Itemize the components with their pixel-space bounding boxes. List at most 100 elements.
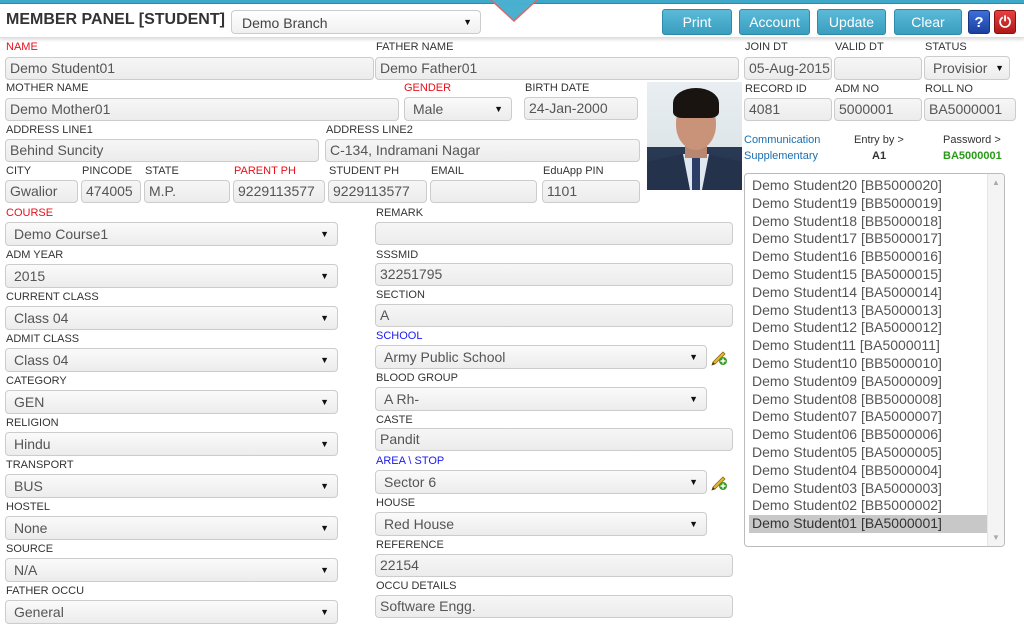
student-list-item[interactable]: Demo Student04 [BB5000004] (749, 462, 987, 480)
student-list-item[interactable]: Demo Student10 [BB5000010] (749, 355, 987, 373)
blood-group-select-value: A Rh- (384, 391, 420, 407)
parent-ph-field[interactable]: 9229113577 (233, 180, 325, 203)
area-stop-select[interactable]: Sector 6 ▼ (375, 470, 707, 494)
join-dt-field[interactable]: 05-Aug-2015 (744, 57, 832, 80)
name-field[interactable]: Demo Student01 (5, 57, 374, 80)
adm-no-field[interactable]: 5000001 (834, 98, 922, 121)
adm-year-label: ADM YEAR (6, 249, 64, 261)
student-list-item[interactable]: Demo Student18 [BB5000018] (749, 213, 987, 231)
chevron-down-icon: ▼ (463, 17, 472, 27)
email-field[interactable] (430, 180, 537, 203)
scroll-up-icon[interactable]: ▲ (992, 178, 1000, 187)
student-photo[interactable] (647, 82, 742, 190)
power-icon[interactable]: ⏻ (994, 10, 1016, 34)
clear-button[interactable]: Clear (894, 9, 962, 35)
remark-label: REMARK (376, 207, 424, 219)
hostel-select[interactable]: None ▼ (5, 516, 338, 540)
account-button[interactable]: Account (739, 9, 810, 35)
address1-label: ADDRESS LINE1 (6, 124, 93, 136)
father-name-label: FATHER NAME (376, 41, 454, 53)
student-list-item[interactable]: Demo Student08 [BB5000008] (749, 391, 987, 409)
student-list-item[interactable]: Demo Student14 [BA5000014] (749, 284, 987, 302)
student-list-item[interactable]: Demo Student01 [BA5000001] (749, 515, 987, 533)
student-list-item[interactable]: Demo Student13 [BA5000013] (749, 302, 987, 320)
chevron-down-icon: ▼ (320, 607, 329, 617)
student-list-item[interactable]: Demo Student11 [BA5000011] (749, 337, 987, 355)
student-list-item[interactable]: Demo Student12 [BA5000012] (749, 319, 987, 337)
student-list-item[interactable]: Demo Student15 [BA5000015] (749, 266, 987, 284)
house-select-value: Red House (384, 516, 455, 532)
city-label: CITY (6, 165, 32, 177)
address2-field[interactable]: C-134, Indramani Nagar (325, 139, 640, 162)
communication-link[interactable]: Communication (744, 134, 820, 146)
student-list-item[interactable]: Demo Student09 [BA5000009] (749, 373, 987, 391)
roll-no-label: ROLL NO (925, 83, 973, 95)
entry-by-value: A1 (872, 150, 887, 162)
sssmid-field[interactable]: 32251795 (375, 263, 733, 286)
reference-field[interactable]: 22154 (375, 554, 733, 577)
student-list-item[interactable]: Demo Student16 [BB5000016] (749, 248, 987, 266)
occu-details-field[interactable]: Software Engg. (375, 595, 733, 618)
password-value: BA5000001 (943, 150, 1002, 162)
eduapp-pin-field[interactable]: 1101 (542, 180, 640, 203)
pincode-field[interactable]: 474005 (81, 180, 141, 203)
state-field[interactable]: M.P. (144, 180, 230, 203)
address1-field[interactable]: Behind Suncity (5, 139, 319, 162)
student-list-item[interactable]: Demo Student07 [BA5000007] (749, 408, 987, 426)
house-select[interactable]: Red House ▼ (375, 512, 707, 536)
section-field[interactable]: A (375, 304, 733, 327)
branch-select[interactable]: Demo Branch ▼ (231, 10, 481, 34)
birth-date-field[interactable]: 24-Jan-2000 (524, 97, 638, 120)
chevron-down-icon: ▼ (689, 477, 698, 487)
transport-select-value: BUS (14, 478, 43, 494)
father-name-field[interactable]: Demo Father01 (375, 57, 739, 80)
area-stop-label: AREA \ STOP (376, 455, 445, 467)
current-class-select[interactable]: Class 04 ▼ (5, 306, 338, 330)
mother-name-field[interactable]: Demo Mother01 (5, 98, 399, 121)
transport-select[interactable]: BUS ▼ (5, 474, 338, 498)
caste-field[interactable]: Pandit (375, 428, 733, 451)
blood-group-select[interactable]: A Rh- ▼ (375, 387, 707, 411)
print-button[interactable]: Print (662, 9, 732, 35)
student-list-item[interactable]: Demo Student17 [BB5000017] (749, 230, 987, 248)
religion-select-value: Hindu (14, 436, 51, 452)
header-bar: MEMBER PANEL [STUDENT] Demo Branch ▼ Pri… (0, 5, 1024, 38)
chevron-down-icon: ▼ (320, 481, 329, 491)
blood-group-label: BLOOD GROUP (376, 372, 458, 384)
listbox-scrollbar[interactable]: ▲ ▼ (987, 174, 1004, 546)
parent-ph-label: PARENT PH (234, 165, 296, 177)
source-select[interactable]: N/A ▼ (5, 558, 338, 582)
password-label: Password > (943, 134, 1001, 146)
category-select[interactable]: GEN ▼ (5, 390, 338, 414)
father-occu-select[interactable]: General ▼ (5, 600, 338, 624)
course-select[interactable]: Demo Course1 ▼ (5, 222, 338, 246)
status-select[interactable]: Provisior ▼ (924, 56, 1010, 80)
school-select[interactable]: Army Public School ▼ (375, 345, 707, 369)
student-list-item[interactable]: Demo Student03 [BA5000003] (749, 480, 987, 498)
student-ph-field[interactable]: 9229113577 (328, 180, 427, 203)
adm-year-select[interactable]: 2015 ▼ (5, 264, 338, 288)
religion-select[interactable]: Hindu ▼ (5, 432, 338, 456)
city-field[interactable]: Gwalior (5, 180, 78, 203)
help-icon[interactable]: ? (968, 10, 990, 34)
student-list-items: Demo Student20 [BB5000020] Demo Student19… (749, 177, 987, 533)
student-list-item[interactable]: Demo Student19 [BB5000019] (749, 195, 987, 213)
birth-date-label: BIRTH DATE (525, 82, 590, 94)
student-list-item[interactable]: Demo Student06 [BB5000006] (749, 426, 987, 444)
update-button[interactable]: Update (817, 9, 886, 35)
student-list-item[interactable]: Demo Student02 [BB5000002] (749, 497, 987, 515)
scroll-down-icon[interactable]: ▼ (992, 533, 1000, 542)
supplementary-link[interactable]: Supplementary (744, 150, 818, 162)
student-list-item[interactable]: Demo Student05 [BA5000005] (749, 444, 987, 462)
edit-add-school-icon[interactable] (710, 348, 728, 366)
record-id-field[interactable]: 4081 (744, 98, 832, 121)
occu-details-label: OCCU DETAILS (376, 580, 457, 592)
valid-dt-field[interactable] (834, 57, 922, 80)
remark-field[interactable] (375, 222, 733, 245)
student-listbox[interactable]: Demo Student20 [BB5000020] Demo Student19… (744, 173, 1005, 547)
roll-no-field[interactable]: BA5000001 (924, 98, 1016, 121)
edit-add-area-icon[interactable] (710, 473, 728, 491)
gender-select[interactable]: Male ▼ (404, 97, 512, 121)
student-list-item[interactable]: Demo Student20 [BB5000020] (749, 177, 987, 195)
admit-class-select[interactable]: Class 04 ▼ (5, 348, 338, 372)
